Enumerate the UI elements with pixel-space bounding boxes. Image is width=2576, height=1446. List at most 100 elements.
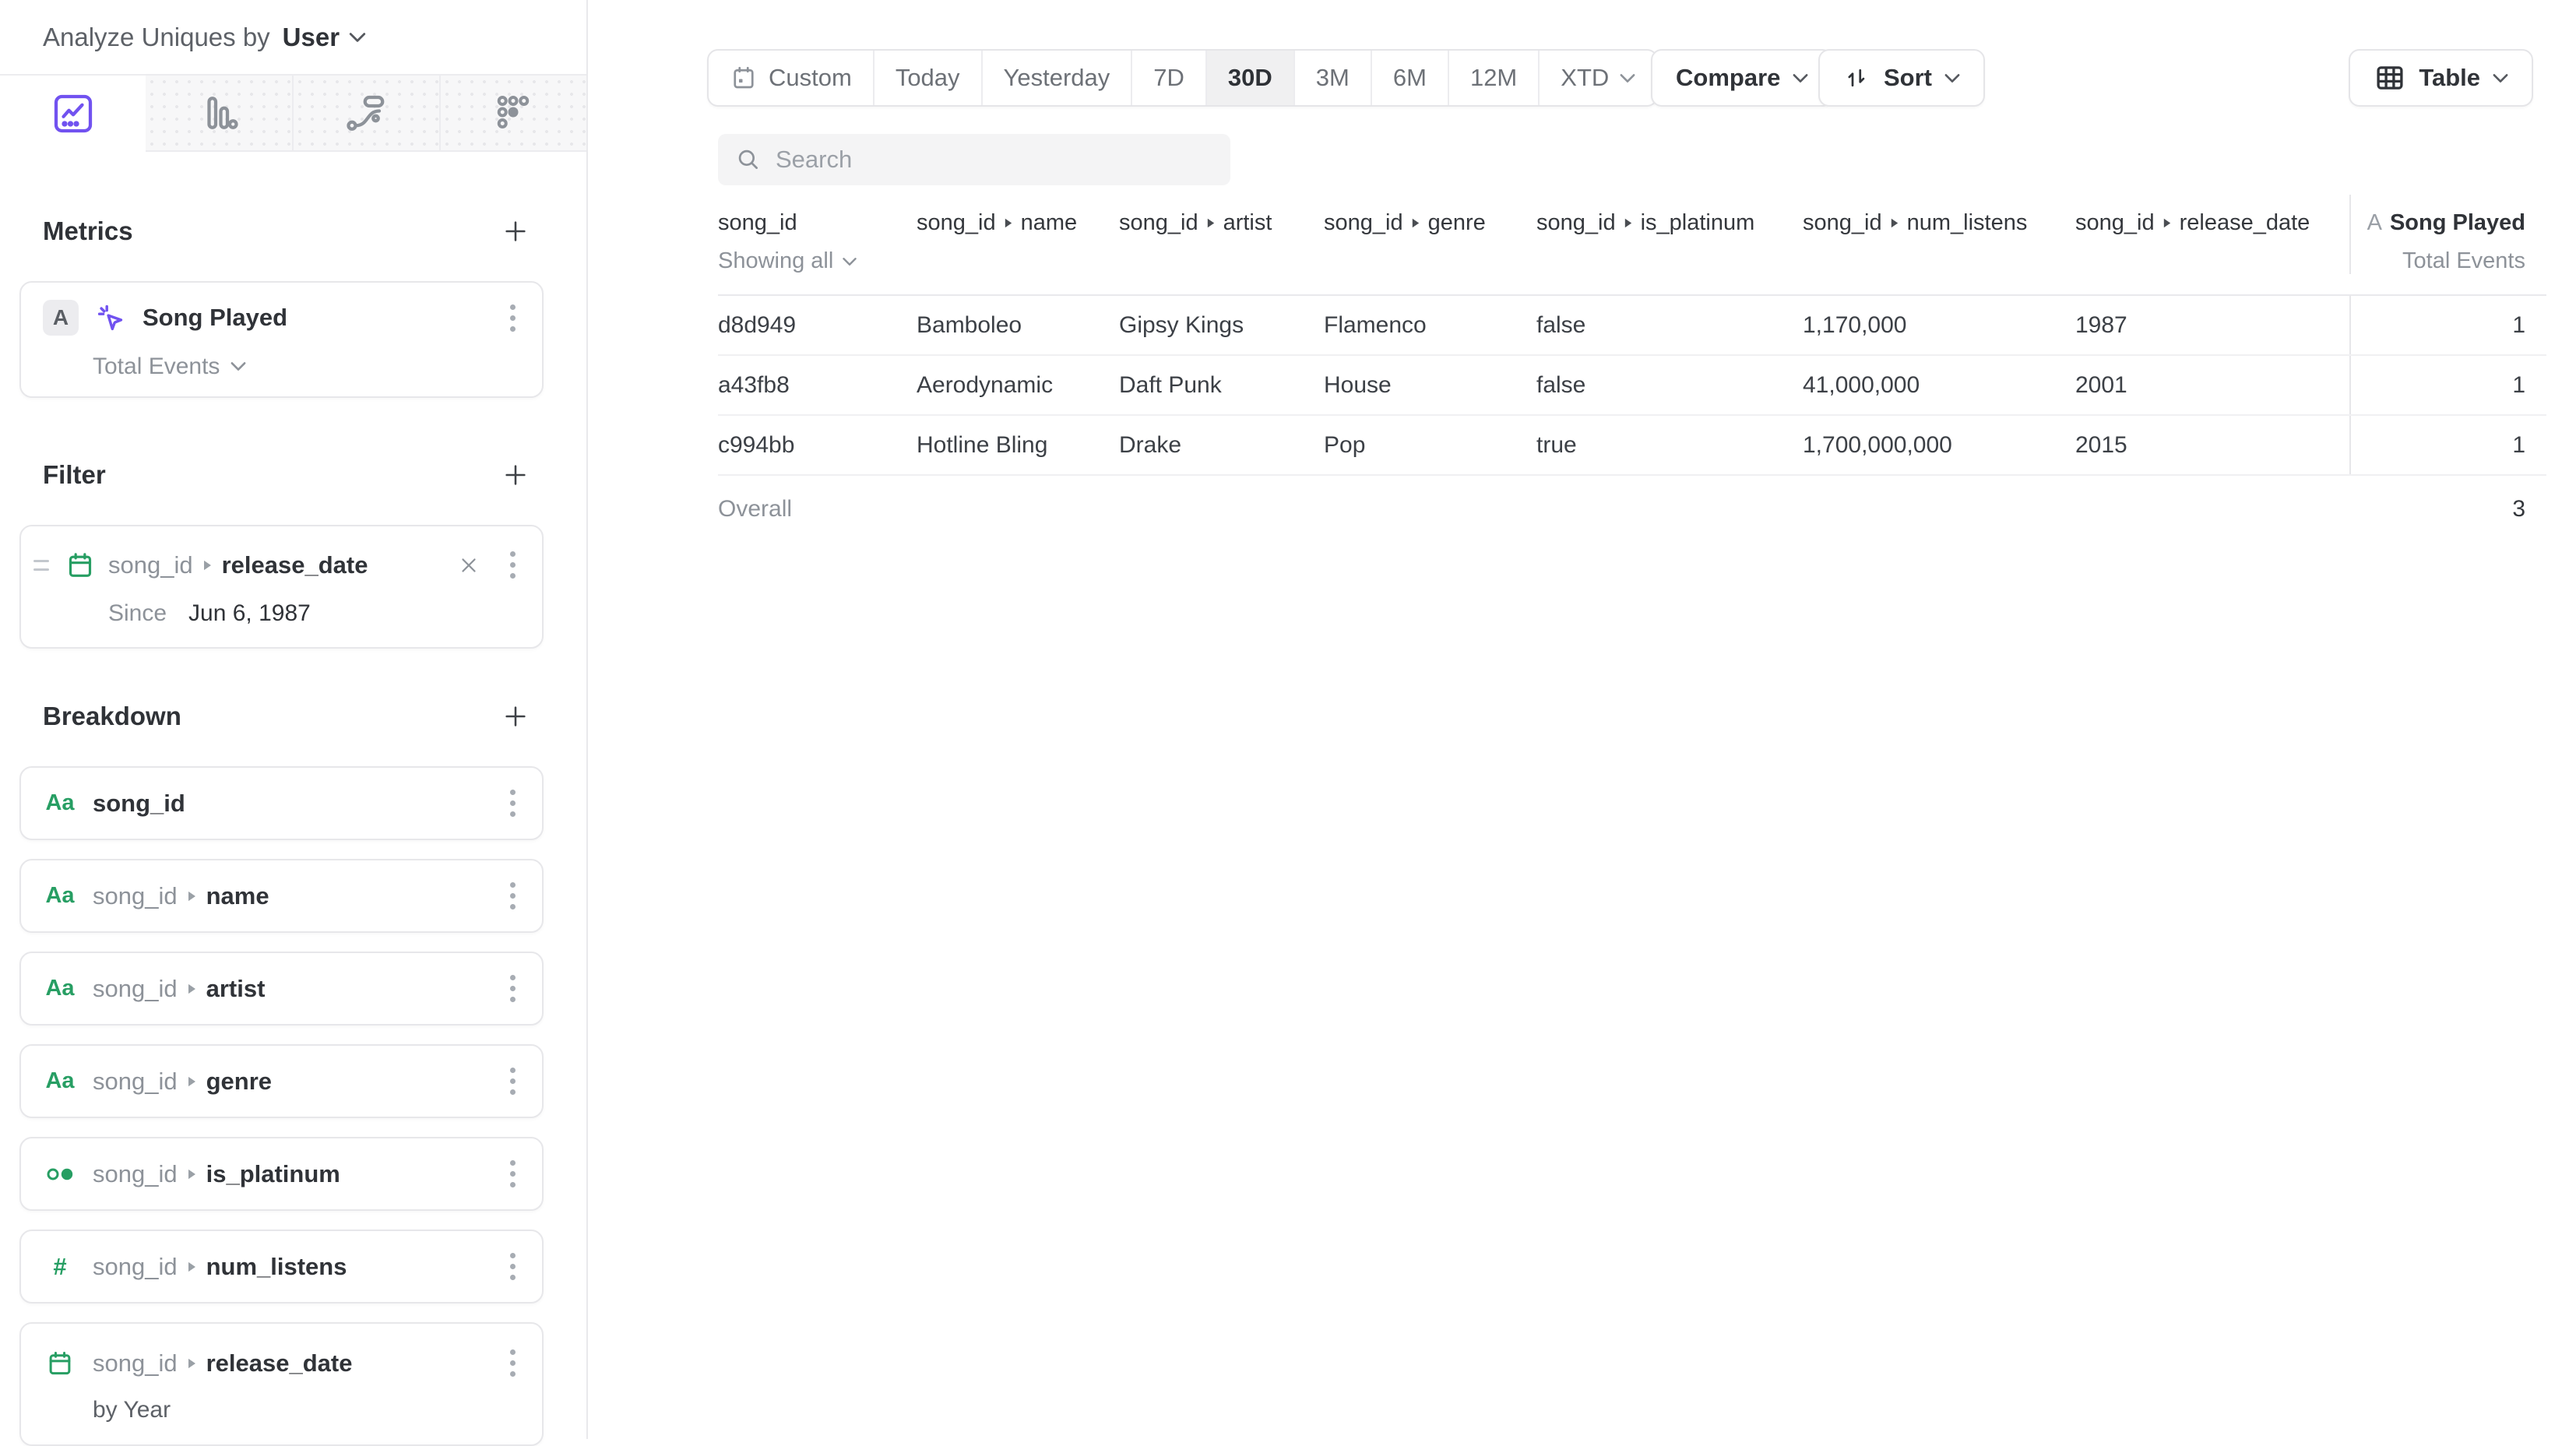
date-range-option[interactable]: 3M [1293, 51, 1371, 105]
metric-options-kebab-icon[interactable] [505, 300, 520, 336]
property-type-icon-slot: Aa # [43, 1253, 77, 1281]
compare-label: Compare [1676, 64, 1780, 92]
property-type-icon-slot: Aa # [43, 883, 77, 909]
breakdown-property-field: genre [206, 1068, 272, 1096]
metrics-section-header: Metrics [19, 213, 544, 250]
bar-chart-icon [195, 90, 242, 136]
date-range-option[interactable]: Yesterday [981, 51, 1131, 105]
breakdown-card[interactable]: Aa # song_id artist [19, 952, 544, 1026]
showing-all-selector[interactable]: Showing all [718, 248, 901, 274]
metric-column-title: Song Played [2390, 210, 2525, 235]
showing-all-label: Showing all [718, 248, 833, 274]
column-group: song_id [1119, 210, 1198, 236]
view-as-table-button[interactable]: Table [2349, 49, 2533, 107]
table-header-row: song_id Showing all song_id name [718, 195, 2546, 296]
breakdown-property-field: song_id [93, 790, 185, 818]
breakdown-card[interactable]: Aa # song_id num_listen [19, 1230, 544, 1304]
filter-property-group: song_id [108, 551, 193, 579]
column-header[interactable]: song_id release_date [2075, 195, 2349, 236]
date-range-option[interactable]: XTD [1538, 51, 1656, 105]
drag-handle-icon[interactable] [33, 560, 54, 571]
breakdown-section-header: Breakdown [19, 698, 544, 735]
filter-options-kebab-icon[interactable] [505, 547, 520, 583]
tab-bar-chart[interactable] [146, 76, 291, 152]
breakdown-card[interactable]: Aa # song_id release_da [19, 1322, 544, 1446]
add-breakdown-button[interactable] [497, 698, 534, 735]
chevron-down-icon [1620, 73, 1635, 83]
table-row[interactable]: a43fb8 Aerodynamic Daft Punk House false… [718, 356, 2546, 416]
metric-card[interactable]: A Song Played Total Events [19, 281, 544, 398]
filter-title: Filter [43, 459, 106, 491]
column-field: num_listens [1907, 210, 2028, 236]
metric-event-name: Song Played [143, 304, 287, 332]
breakdown-property-field: is_platinum [206, 1160, 340, 1188]
remove-filter-icon[interactable] [454, 551, 484, 580]
breakdown-options-kebab-icon[interactable] [505, 1248, 520, 1285]
property-type-icon-slot: Aa # [43, 1068, 77, 1094]
chevron-down-icon [1793, 73, 1808, 83]
column-header[interactable]: song_id Showing all [718, 195, 917, 274]
text-property-icon: Aa [45, 883, 74, 909]
entity-selector[interactable]: User [283, 23, 366, 52]
column-header[interactable]: song_id genre [1324, 195, 1536, 236]
breakdown-options-kebab-icon[interactable] [505, 970, 520, 1007]
search-input[interactable] [776, 146, 1213, 174]
date-range-option[interactable]: Custom [709, 51, 873, 105]
filter-card[interactable]: song_id release_date Since Jun 6, 1987 [19, 525, 544, 649]
breakdown-options-kebab-icon[interactable] [505, 1156, 520, 1192]
breakdown-options-kebab-icon[interactable] [505, 878, 520, 914]
breakdown-options-kebab-icon[interactable] [505, 1345, 520, 1381]
add-metric-button[interactable] [497, 213, 534, 250]
text-property-icon: Aa [45, 976, 74, 1001]
sort-button[interactable]: Sort [1818, 49, 1985, 107]
date-range-label: 3M [1316, 64, 1350, 92]
sort-label: Sort [1884, 64, 1932, 92]
breadcrumb-triangle-icon [187, 890, 197, 902]
breakdown-property-group: song_id [93, 1253, 178, 1281]
breadcrumb-triangle-icon [202, 559, 213, 572]
date-range-label: Today [896, 64, 960, 92]
view-type-tabbar [0, 74, 586, 152]
column-group: song_id [1324, 210, 1403, 236]
filter-operator[interactable]: Since [108, 600, 167, 627]
table-cell: false [1536, 312, 1803, 339]
query-builder-sidebar: Analyze Uniques by User [0, 0, 588, 1439]
compare-button[interactable]: Compare [1651, 49, 1833, 107]
date-range-option[interactable]: 12M [1448, 51, 1538, 105]
column-field: release_date [2180, 210, 2310, 236]
metric-column-header[interactable]: ASong Played Total Events [2349, 195, 2546, 274]
metric-aggregation-selector[interactable]: Total Events [93, 354, 520, 380]
date-range-option[interactable]: 6M [1371, 51, 1448, 105]
tab-grid-dots[interactable] [439, 76, 586, 152]
breakdown-card[interactable]: Aa # song_id [19, 766, 544, 840]
filter-value[interactable]: Jun 6, 1987 [188, 600, 311, 627]
breakdown-card[interactable]: Aa # song_id is_platinu [19, 1137, 544, 1211]
table-cell: Bamboleo [917, 312, 1119, 339]
breakdown-card[interactable]: Aa # song_id genre [19, 1044, 544, 1118]
breakdown-card[interactable]: Aa # song_id name [19, 859, 544, 933]
date-range-label: 30D [1228, 64, 1272, 92]
breakdown-property-group: song_id [93, 1068, 178, 1096]
column-header[interactable]: song_id num_listens [1803, 195, 2075, 236]
breakdown-options-kebab-icon[interactable] [505, 785, 520, 822]
date-range-option[interactable]: 7D [1131, 51, 1205, 105]
property-type-icon-slot: Aa # [43, 976, 77, 1001]
breadcrumb-triangle-icon [187, 1168, 197, 1180]
breadcrumb-triangle-icon [2163, 217, 2172, 229]
tab-line-chart[interactable] [0, 76, 146, 152]
table-row[interactable]: d8d949 Bamboleo Gipsy Kings Flamenco fal… [718, 296, 2546, 356]
table-cell: Drake [1119, 432, 1324, 459]
table-cell: a43fb8 [718, 372, 917, 399]
date-range-option[interactable]: Today [873, 51, 981, 105]
table-cell: Aerodynamic [917, 372, 1119, 399]
column-header[interactable]: song_id artist [1119, 195, 1324, 236]
tab-flows[interactable] [292, 76, 439, 152]
plus-icon [502, 462, 529, 488]
add-filter-button[interactable] [497, 456, 534, 494]
table-row[interactable]: c994bb Hotline Bling Drake Pop true 1,70… [718, 416, 2546, 476]
column-header[interactable]: song_id name [917, 195, 1119, 236]
column-header[interactable]: song_id is_platinum [1536, 195, 1803, 236]
date-range-option[interactable]: 30D [1205, 51, 1293, 105]
breakdown-options-kebab-icon[interactable] [505, 1063, 520, 1099]
breakdown-bucketing-note[interactable]: by Year [93, 1397, 520, 1423]
